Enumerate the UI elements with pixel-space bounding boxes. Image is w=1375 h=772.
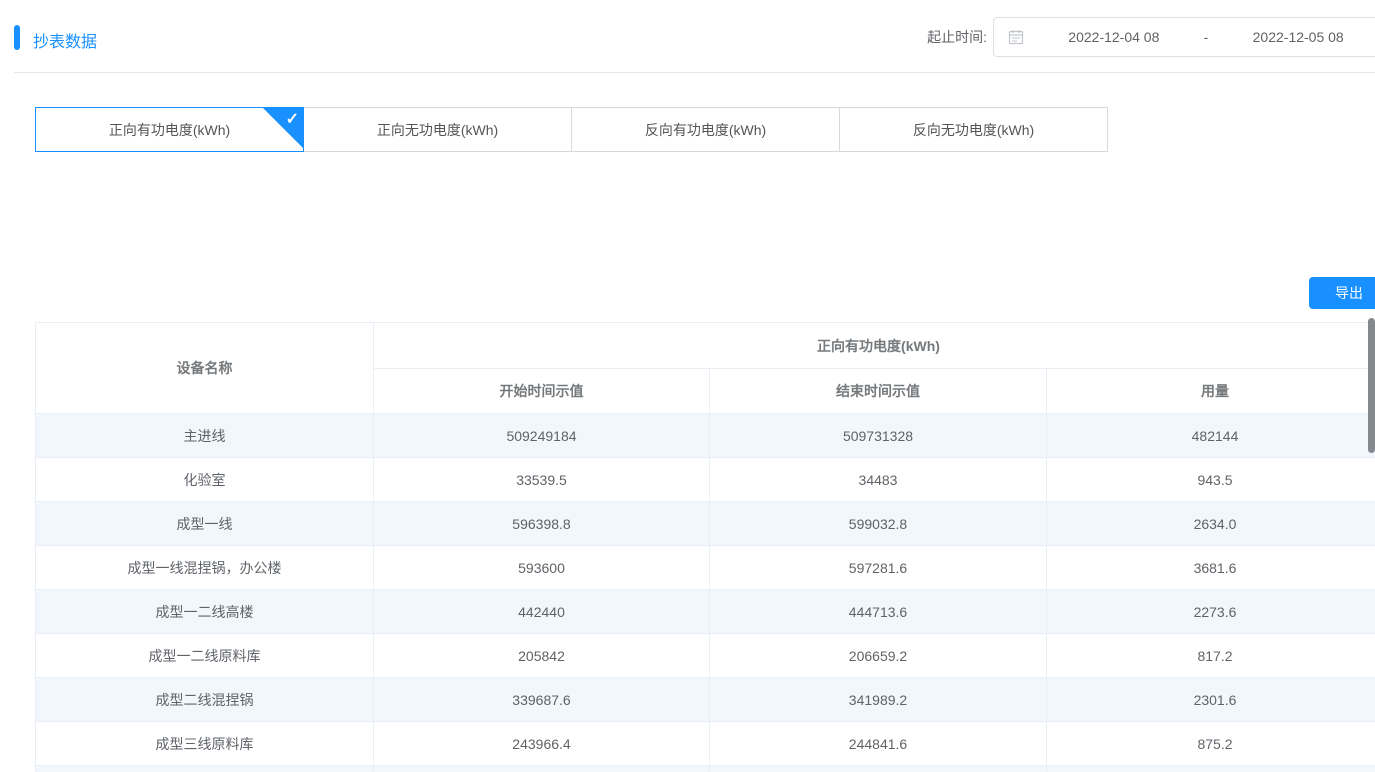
- tab-reverse-reactive-energy[interactable]: 反向无功电度(kWh): [839, 107, 1108, 152]
- page: 抄表数据 起止时间: 2022-12-04 08 - 2022-12-05 08…: [0, 0, 1375, 772]
- usage-value-cell: 875.2: [1047, 722, 1375, 766]
- tab-label: 反向无功电度(kWh): [913, 120, 1034, 140]
- usage-value-cell: 2634.0: [1047, 502, 1375, 546]
- page-title: 抄表数据: [33, 28, 97, 52]
- usage-value-cell: 817.2: [1047, 634, 1375, 678]
- date-range-label: 起止时间:: [927, 27, 987, 47]
- end-value-cell: 597281.6: [710, 546, 1047, 590]
- start-value-cell: 33539.5: [374, 458, 710, 502]
- vertical-scrollbar[interactable]: [1368, 318, 1375, 453]
- end-value-cell: 34483: [710, 458, 1047, 502]
- usage-value-cell: 3681.6: [1047, 546, 1375, 590]
- end-value-cell: 509731328: [710, 414, 1047, 458]
- date-separator: -: [1200, 29, 1213, 45]
- table-row: 成型一二线高楼 442440 444713.6 2273.6: [36, 590, 1375, 634]
- table-row: 成型一二线原料库 205842 206659.2 817.2: [36, 634, 1375, 678]
- tab-reverse-active-energy[interactable]: 反向有功电度(kWh): [571, 107, 840, 152]
- end-value-cell: 599032.8: [710, 502, 1047, 546]
- calendar-icon: [1008, 29, 1024, 45]
- table-row: 化验室 33539.5 34483 943.5: [36, 458, 1375, 502]
- device-name-cell: 成型一线: [36, 502, 374, 546]
- header-divider: [14, 72, 1375, 73]
- end-date-value[interactable]: 2022-12-05 08: [1212, 29, 1375, 45]
- usage-value-cell: 2273.6: [1047, 590, 1375, 634]
- device-name-cell: 化验室: [36, 458, 374, 502]
- table-row: 成型三线原料库 243966.4 244841.6 875.2: [36, 722, 1375, 766]
- check-icon: ✓: [286, 109, 299, 129]
- device-name-cell: 成型三线原料库: [36, 722, 374, 766]
- start-value-cell: 205842: [374, 634, 710, 678]
- table-row: [36, 766, 1375, 772]
- start-value-cell: 243966.4: [374, 722, 710, 766]
- start-value-cell: 596398.8: [374, 502, 710, 546]
- device-name-cell: 成型一二线原料库: [36, 634, 374, 678]
- column-group-header: 正向有功电度(kWh): [374, 323, 1375, 369]
- tab-label: 正向无功电度(kWh): [377, 120, 498, 140]
- table-row: 主进线 509249184 509731328 482144: [36, 414, 1375, 458]
- device-name-cell: 成型二线混捏锅: [36, 678, 374, 722]
- start-value-cell: 593600: [374, 546, 710, 590]
- table-row: 成型二线混捏锅 339687.6 341989.2 2301.6: [36, 678, 1375, 722]
- date-range-picker[interactable]: 2022-12-04 08 - 2022-12-05 08: [993, 17, 1375, 57]
- table-row: 成型一线 596398.8 599032.8 2634.0: [36, 502, 1375, 546]
- column-header-device: 设备名称: [36, 323, 374, 414]
- start-value-cell: 442440: [374, 590, 710, 634]
- column-header-usage: 用量: [1047, 369, 1375, 414]
- device-name-cell: 成型一线混捏锅，办公楼: [36, 546, 374, 590]
- end-value-cell: 341989.2: [710, 678, 1047, 722]
- tab-label: 正向有功电度(kWh): [109, 120, 230, 140]
- date-range-filter: 起止时间: 2022-12-04 08 - 2022-12-05 08: [927, 17, 1375, 57]
- tab-label: 反向有功电度(kWh): [645, 120, 766, 140]
- end-value-cell: [710, 766, 1047, 772]
- usage-value-cell: 2301.6: [1047, 678, 1375, 722]
- energy-type-tabs: 正向有功电度(kWh) ✓ 正向无功电度(kWh) 反向有功电度(kWh) 反向…: [35, 107, 1108, 152]
- start-date-value[interactable]: 2022-12-04 08: [1028, 29, 1200, 45]
- column-header-start-value: 开始时间示值: [374, 369, 710, 414]
- end-value-cell: 444713.6: [710, 590, 1047, 634]
- end-value-cell: 206659.2: [710, 634, 1047, 678]
- meter-data-table: 设备名称 正向有功电度(kWh) 开始时间示值 结束时间示值 用量 主进线 50…: [35, 322, 1375, 772]
- usage-value-cell: 943.5: [1047, 458, 1375, 502]
- end-value-cell: 244841.6: [710, 722, 1047, 766]
- title-accent-bar: [14, 25, 20, 50]
- device-name-cell: [36, 766, 374, 772]
- tab-forward-active-energy[interactable]: 正向有功电度(kWh) ✓: [35, 107, 304, 152]
- tab-forward-reactive-energy[interactable]: 正向无功电度(kWh): [303, 107, 572, 152]
- start-value-cell: 339687.6: [374, 678, 710, 722]
- export-button[interactable]: 导出: [1309, 277, 1375, 309]
- table-body: 主进线 509249184 509731328 482144 化验室 33539…: [36, 414, 1375, 772]
- device-name-cell: 成型一二线高楼: [36, 590, 374, 634]
- column-header-end-value: 结束时间示值: [710, 369, 1047, 414]
- usage-value-cell: 482144: [1047, 414, 1375, 458]
- table-row: 成型一线混捏锅，办公楼 593600 597281.6 3681.6: [36, 546, 1375, 590]
- start-value-cell: 509249184: [374, 414, 710, 458]
- start-value-cell: [374, 766, 710, 772]
- usage-value-cell: [1047, 766, 1375, 772]
- device-name-cell: 主进线: [36, 414, 374, 458]
